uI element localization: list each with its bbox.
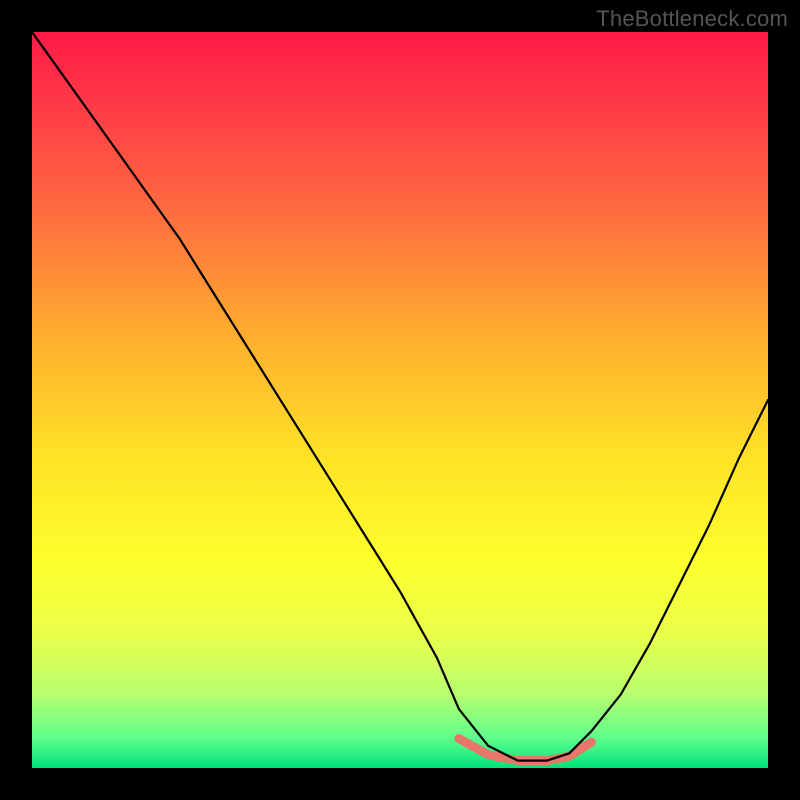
plot-area <box>32 32 768 768</box>
chart-frame: TheBottleneck.com <box>0 0 800 800</box>
bottleneck-chart <box>32 32 768 768</box>
gradient-background <box>32 32 768 768</box>
watermark-text: TheBottleneck.com <box>596 6 788 32</box>
